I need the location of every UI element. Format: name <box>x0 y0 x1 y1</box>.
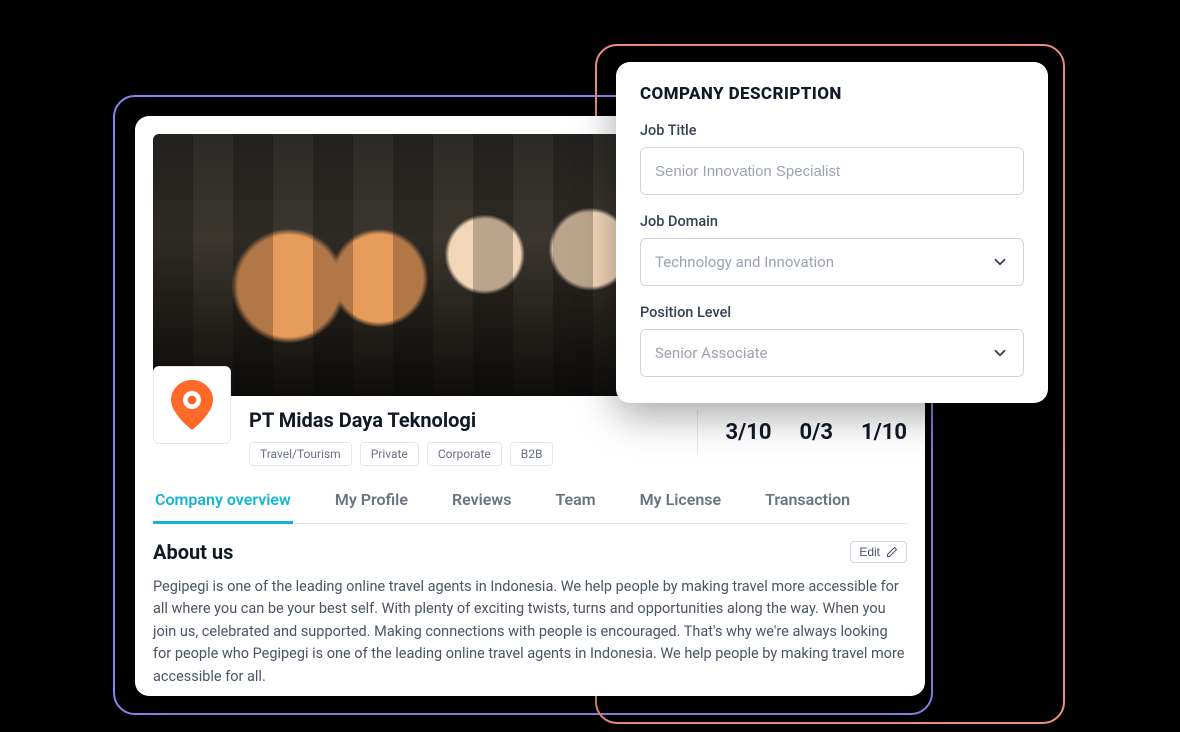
stats-row: 3/10 0/3 1/10 <box>697 410 907 454</box>
job-domain-label: Job Domain <box>640 213 1024 230</box>
company-tag: B2B <box>510 442 554 466</box>
chevron-down-icon <box>991 344 1009 362</box>
job-title-label: Job Title <box>640 122 1024 139</box>
pencil-icon <box>886 546 898 558</box>
stats-divider <box>697 410 698 454</box>
about-body: Pegipegi is one of the leading online tr… <box>153 576 907 688</box>
stat-value: 0/3 <box>800 420 833 445</box>
job-domain-field: Job Domain Technology and Innovation <box>640 213 1024 286</box>
panel-title: COMPANY DESCRIPTION <box>640 84 1024 104</box>
job-title-field: Job Title <box>640 122 1024 195</box>
about-head: About us Edit <box>153 540 907 564</box>
tab-team[interactable]: Team <box>553 490 597 523</box>
tab-my-profile[interactable]: My Profile <box>333 490 410 523</box>
position-level-select[interactable]: Senior Associate <box>640 329 1024 377</box>
company-tag: Private <box>360 442 419 466</box>
edit-button[interactable]: Edit <box>850 541 907 563</box>
company-logo <box>153 366 231 444</box>
tab-transaction[interactable]: Transaction <box>763 490 852 523</box>
position-level-label: Position Level <box>640 304 1024 321</box>
position-level-field: Position Level Senior Associate <box>640 304 1024 377</box>
company-description-panel: COMPANY DESCRIPTION Job Title Job Domain… <box>616 62 1048 403</box>
tab-reviews[interactable]: Reviews <box>450 490 514 523</box>
company-tag: Corporate <box>427 442 502 466</box>
stat-value: 1/10 <box>861 420 907 445</box>
job-domain-value: Technology and Innovation <box>655 253 834 271</box>
edit-button-label: Edit <box>859 545 880 559</box>
position-level-value: Senior Associate <box>655 344 768 362</box>
about-section: About us Edit Pegipegi is one of the lea… <box>153 540 907 688</box>
tab-bar: Company overview My Profile Reviews Team… <box>153 490 907 524</box>
company-tag: Travel/Tourism <box>249 442 352 466</box>
chevron-down-icon <box>991 253 1009 271</box>
stat-value: 3/10 <box>726 420 772 445</box>
profile-header: PT Midas Daya Teknologi Travel/Tourism P… <box>153 396 907 466</box>
about-title: About us <box>153 540 233 564</box>
tab-company-overview[interactable]: Company overview <box>153 490 293 524</box>
tab-my-license[interactable]: My License <box>638 490 723 523</box>
job-title-input-wrapper <box>640 147 1024 195</box>
job-domain-select[interactable]: Technology and Innovation <box>640 238 1024 286</box>
job-title-input[interactable] <box>655 163 1009 180</box>
map-pin-icon <box>171 380 213 430</box>
